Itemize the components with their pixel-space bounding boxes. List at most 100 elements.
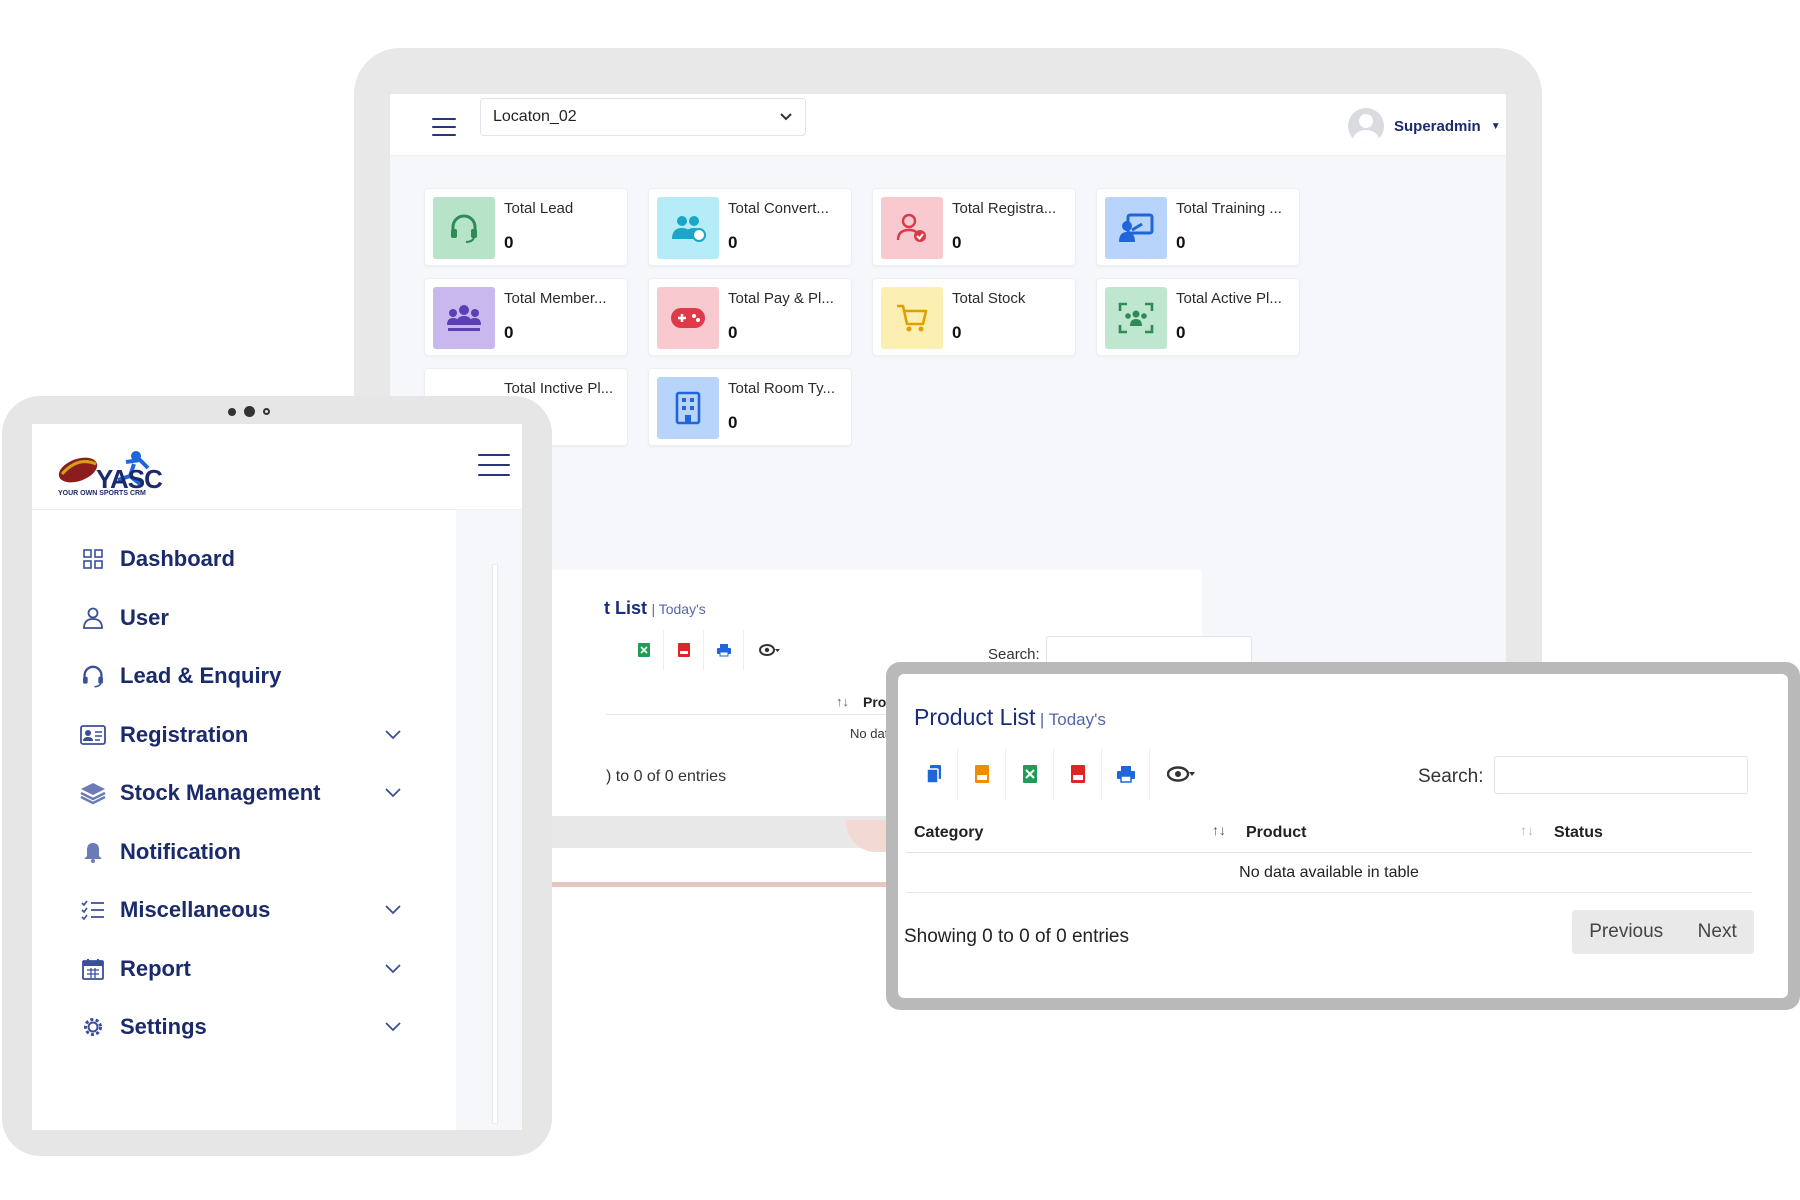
product-list-panel: Product List | Today's Search: Category …	[898, 674, 1788, 998]
pdf-export-button[interactable]	[664, 630, 704, 670]
copy-button[interactable]	[910, 748, 958, 800]
pink-line	[548, 882, 888, 887]
sort-asc-icon[interactable]: ↑↓	[1212, 822, 1226, 838]
search-input[interactable]	[1494, 756, 1748, 794]
stat-card-label: Total Room Ty...	[728, 380, 835, 397]
sidebar-item-label: Registration	[120, 722, 249, 747]
export-toolbar	[910, 748, 1214, 800]
product-list-subtitle: | Today's	[1039, 710, 1106, 729]
top-bar: Locaton_02 Superadmin ▼	[390, 94, 1506, 156]
column-visibility-button[interactable]	[744, 630, 796, 670]
excel-export-button[interactable]	[624, 630, 664, 670]
team-scan-icon	[1105, 287, 1167, 349]
user-name: Superadmin	[1394, 117, 1481, 135]
col-status[interactable]: Status	[1554, 824, 1603, 842]
sidebar-item-dashboard[interactable]: Dashboard	[80, 546, 235, 572]
sidebar-item-user[interactable]: User	[80, 605, 169, 631]
training-board-icon	[1105, 197, 1167, 259]
stat-card-label: Total Convert...	[728, 200, 829, 217]
cart-icon	[881, 287, 943, 349]
logo[interactable]: YASC YOUR OWN SPORTS CRM	[56, 446, 196, 500]
sort-icon[interactable]: ↑↓	[836, 694, 849, 709]
stat-card[interactable]: Total Pay & Pl... 0	[648, 278, 852, 356]
stat-card-label: Total Active Pl...	[1176, 290, 1282, 307]
excel-export-button[interactable]	[1006, 748, 1054, 800]
pdf-export-button[interactable]	[1054, 748, 1102, 800]
stat-card[interactable]: Total Convert... 0	[648, 188, 852, 266]
partial-list-title: t List	[604, 598, 647, 618]
empty-table-text: No data available in table	[1239, 864, 1419, 881]
copy-icon	[925, 765, 941, 784]
sidebar-item-label: User	[120, 605, 169, 630]
bell-icon	[80, 839, 106, 865]
pdf-icon	[677, 643, 690, 657]
chevron-down-icon[interactable]	[384, 728, 402, 746]
sidebar-item-settings[interactable]: Settings	[80, 1014, 207, 1040]
product-list-title: Product List	[914, 704, 1036, 730]
col-product[interactable]: Product	[1246, 824, 1306, 842]
csv-icon	[974, 765, 989, 783]
checklist-icon	[80, 897, 106, 923]
stat-card[interactable]: Total Registra... 0	[872, 188, 1076, 266]
stat-card[interactable]: Total Room Ty... 0	[648, 368, 852, 446]
row-divider	[906, 892, 1752, 893]
gamepad-icon	[657, 287, 719, 349]
chevron-down-icon[interactable]	[384, 786, 402, 804]
building-icon	[657, 377, 719, 439]
csv-export-button[interactable]	[958, 748, 1006, 800]
col-category[interactable]: Category	[914, 824, 983, 842]
stat-card-value: 0	[728, 413, 738, 432]
chevron-down-icon[interactable]	[384, 1020, 402, 1038]
sidebar-item-stock-management[interactable]: Stock Management	[80, 780, 321, 806]
sidebar-item-registration[interactable]: Registration	[80, 722, 248, 748]
stat-card-label: Total Registra...	[952, 200, 1057, 217]
sidebar-item-notification[interactable]: Notification	[80, 839, 241, 865]
print-button[interactable]	[1102, 748, 1150, 800]
stat-card-label: Total Pay & Pl...	[728, 290, 834, 307]
stat-card-value: 0	[728, 323, 738, 342]
group-icon	[433, 287, 495, 349]
stat-card[interactable]: Total Active Pl... 0	[1096, 278, 1300, 356]
column-visibility-button[interactable]	[1150, 748, 1214, 800]
user-icon	[80, 605, 106, 631]
stat-card-label: Total Inctive Pl...	[504, 380, 614, 397]
stat-card[interactable]: Total Training ... 0	[1096, 188, 1300, 266]
printer-icon	[716, 644, 731, 657]
gear-icon	[80, 1014, 106, 1040]
stat-card-label: Total Training ...	[1176, 200, 1282, 217]
menu-toggle-icon[interactable]	[432, 118, 456, 136]
stat-card-value: 0	[952, 233, 962, 252]
id-card-icon	[80, 722, 106, 748]
stat-card-value: 0	[1176, 233, 1186, 252]
previous-button[interactable]: Previous	[1589, 921, 1663, 943]
logo-tagline: YOUR OWN SPORTS CRM	[58, 490, 146, 497]
sort-icon[interactable]: ↑↓	[1520, 822, 1534, 838]
location-select[interactable]: Locaton_02	[480, 98, 806, 136]
chevron-down-icon[interactable]	[384, 962, 402, 980]
pdf-icon	[1070, 765, 1085, 783]
sidebar-item-label: Miscellaneous	[120, 897, 271, 922]
sidebar-item-miscellaneous[interactable]: Miscellaneous	[80, 897, 270, 923]
stat-card[interactable]: Total Member... 0	[424, 278, 628, 356]
stat-card[interactable]: Total Stock 0	[872, 278, 1076, 356]
sidebar-item-label: Report	[120, 956, 191, 981]
tablet-menu-icon[interactable]	[478, 454, 510, 476]
chevron-down-icon[interactable]	[384, 903, 402, 921]
sidebar: Dashboard User Lead & Enquiry Registration S…	[32, 510, 456, 1130]
sidebar-item-report[interactable]: Report	[80, 956, 191, 982]
sidebar-item-lead-enquiry[interactable]: Lead & Enquiry	[80, 663, 281, 689]
user-menu[interactable]: Superadmin ▼	[1348, 108, 1501, 144]
partial-toolbar	[624, 630, 796, 670]
stat-card[interactable]: Total Lead 0	[424, 188, 628, 266]
calendar-icon	[80, 956, 106, 982]
table-info: Showing 0 to 0 of 0 entries	[904, 926, 1129, 947]
next-button[interactable]: Next	[1698, 921, 1737, 943]
layers-icon	[80, 780, 106, 806]
stat-card-label: Total Stock	[952, 290, 1026, 307]
partial-list-heading: t List | Today's	[604, 598, 706, 619]
tablet-camera	[228, 406, 270, 417]
stat-card-label: Total Member...	[504, 290, 607, 307]
product-list-heading: Product List | Today's	[914, 704, 1106, 731]
print-button[interactable]	[704, 630, 744, 670]
stat-card-value: 0	[728, 233, 738, 252]
